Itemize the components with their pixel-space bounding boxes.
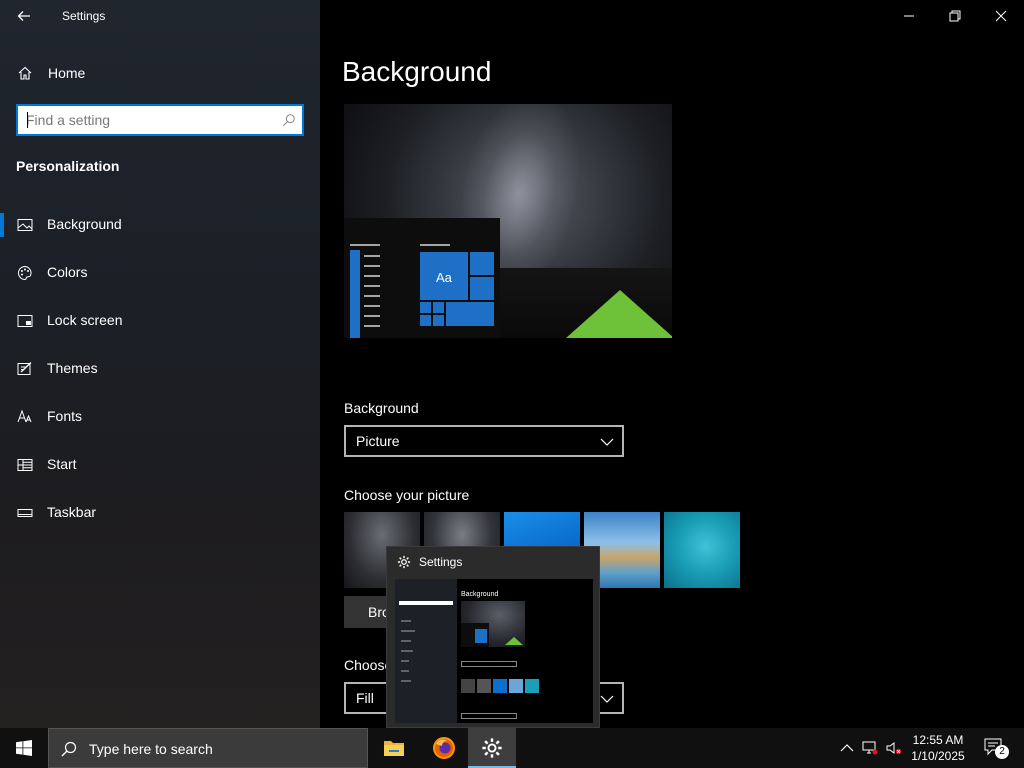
clock-time: 12:55 AM [912,733,964,747]
close-icon [995,10,1007,22]
sidebar-item-label: Lock screen [47,312,123,328]
preview-search-bar [399,601,453,605]
taskbar-firefox[interactable] [420,728,468,768]
restore-icon [949,10,961,22]
gear-icon [397,555,411,569]
sidebar-item-label: Themes [47,360,98,376]
picture-icon [17,219,33,231]
search-icon[interactable] [282,113,296,127]
fonts-icon [17,409,32,423]
sidebar-item-lock-screen[interactable]: Lock screen [0,301,320,341]
page-title: Background [342,56,492,87]
sidebar-item-label: Fonts [47,408,83,424]
find-setting-search[interactable] [16,104,304,136]
sidebar-item-themes[interactable]: Themes [0,349,320,389]
taskbar-settings[interactable] [468,728,516,768]
preview-tiles [420,244,494,326]
taskbar-thumbnail-preview[interactable]: Settings Background [386,546,600,728]
search-input[interactable] [26,111,266,129]
window-title: Settings [62,9,106,23]
sidebar-item-start[interactable]: Start [0,445,320,485]
sidebar-item-label: Background [47,216,122,232]
preview-mini-thumb [477,679,491,693]
sidebar-item-label: Start [47,456,77,472]
file-explorer-icon [384,741,404,756]
titlebar: Settings [0,0,320,32]
preview-mini-thumb [525,679,539,693]
sidebar-item-background[interactable]: Background [0,205,320,245]
chevron-down-icon [600,438,614,446]
preview-page-title: Background [461,591,499,598]
search-icon [61,741,77,757]
chevron-down-icon [600,695,614,703]
preview-mini-tile [475,629,487,643]
sidebar-item-label: Colors [47,264,88,280]
action-center-button[interactable]: 2 [976,728,1016,768]
clock-date: 1/10/2025 [911,749,965,763]
background-preview: Aa [344,104,672,338]
settings-icon [482,738,502,758]
sidebar-item-fonts[interactable]: Fonts [0,397,320,437]
dropdown-value: Picture [356,433,400,449]
taskbar-file-explorer[interactable] [370,728,418,768]
preview-tile-text: Aa [436,270,452,285]
sidebar-item-label: Taskbar [47,504,97,520]
sidebar: Settings Home Personalization Background… [0,0,320,728]
nav-home[interactable]: Home [0,58,320,88]
sidebar-item-taskbar[interactable]: Taskbar [0,493,320,533]
preview-mini-dropdown-2 [461,713,517,719]
search-placeholder: Type here to search [89,741,213,757]
preview-mini-dropdown [461,661,517,667]
restore-button[interactable] [932,0,978,32]
dropdown-value: Fill [356,690,374,706]
preview-mini-thumb [493,679,507,693]
firefox-icon [433,737,455,759]
preview-nav-lines [401,620,415,682]
taskbar-search-box[interactable]: Type here to search [48,728,368,768]
taskbar: Type here to search 12:55 AM 1/10/2025 2 [0,728,1024,768]
notification-count-badge: 2 [995,745,1009,759]
green-tent [566,290,672,338]
close-button[interactable] [978,0,1024,32]
picture-thumb-5[interactable] [664,512,740,588]
start-icon [17,459,33,471]
preview-mini-thumb [509,679,523,693]
back-button[interactable] [8,4,40,28]
choose-picture-label: Choose your picture [344,487,470,503]
network-icon[interactable] [862,740,878,756]
preview-mini-tent [505,637,523,645]
preview-list-lines [350,244,380,327]
volume-muted-icon[interactable] [886,740,902,756]
lock-screen-icon [17,315,33,327]
minimize-button[interactable] [886,0,932,32]
taskbar-icon [17,509,33,517]
minimize-icon [904,15,914,17]
preview-start-menu: Aa [344,218,500,338]
preview-window-thumbnail: Background [395,579,593,723]
background-label: Background [344,400,419,416]
text-caret [27,112,28,128]
palette-icon [18,265,32,281]
home-icon [18,66,32,80]
windows-logo-icon [16,740,32,756]
sidebar-item-colors[interactable]: Colors [0,253,320,293]
themes-icon [17,361,32,375]
background-type-dropdown[interactable]: Picture [344,425,624,457]
back-arrow-icon [17,11,30,21]
preview-title: Settings [419,555,463,569]
chevron-up-icon[interactable] [839,740,855,756]
system-clock[interactable]: 12:55 AM 1/10/2025 [908,732,968,764]
preview-mini-thumb [461,679,475,693]
preview-mini-wallpaper [461,601,525,647]
start-button[interactable] [0,728,48,768]
home-label: Home [48,65,86,81]
section-title: Personalization [16,158,120,174]
preview-sidebar [395,579,457,723]
